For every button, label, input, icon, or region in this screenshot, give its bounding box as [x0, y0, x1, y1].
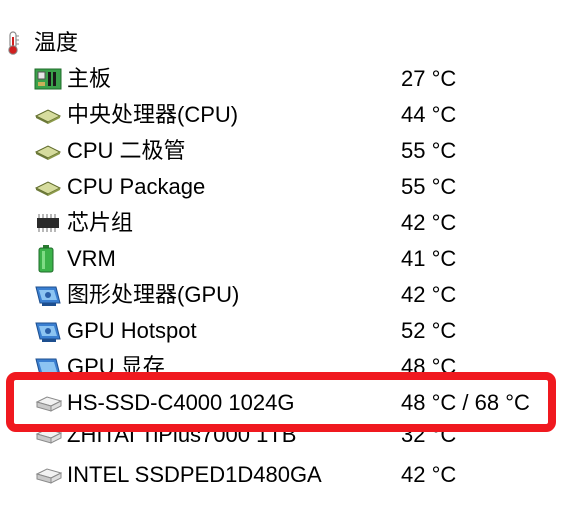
sensor-row-gpu-hotspot[interactable]: GPU Hotspot 52 °C — [0, 314, 573, 348]
gpu-card-icon — [34, 320, 62, 344]
chipset-icon — [34, 212, 62, 234]
sensor-label: GPU Hotspot — [67, 318, 197, 343]
sensor-value: 42 °C — [401, 462, 457, 487]
section-header-temperature[interactable]: 温度 — [0, 26, 573, 60]
highlight-frame — [6, 372, 556, 432]
motherboard-icon — [34, 68, 62, 90]
sensor-value: 44 °C — [401, 102, 457, 127]
sensor-label: 主板 — [67, 66, 112, 91]
sensor-row-motherboard[interactable]: 主板 27 °C — [0, 62, 573, 96]
drive-icon — [34, 432, 63, 446]
sensor-value: 41 °C — [401, 246, 457, 271]
sensor-row-cpu[interactable]: 中央处理器(CPU) 44 °C — [0, 98, 573, 132]
sensor-label: 中央处理器(CPU) — [67, 102, 239, 127]
sensor-value: 42 °C — [401, 282, 457, 307]
sensor-row-intel[interactable]: INTEL SSDPED1D480GA 42 °C — [0, 458, 573, 492]
gpu-card-icon — [34, 284, 62, 308]
thermometer-icon — [4, 30, 22, 56]
drive-icon — [34, 464, 63, 486]
battery-icon — [38, 245, 54, 273]
sensor-label: CPU Package — [67, 174, 206, 199]
sensor-value: 52 °C — [401, 318, 457, 343]
sensor-row-zhitai[interactable]: ZHITAI TiPlus7000 1TB 32 °C — [0, 432, 573, 450]
sensor-row-vrm[interactable]: VRM 41 °C — [0, 242, 573, 276]
sensor-label: INTEL SSDPED1D480GA — [67, 462, 322, 487]
sensor-value: 32 °C — [401, 432, 457, 447]
sensor-value: 55 °C — [401, 174, 457, 199]
sensor-label: VRM — [67, 246, 116, 271]
sensor-value: 55 °C — [401, 138, 457, 163]
sensor-row-gpu[interactable]: 图形处理器(GPU) 42 °C — [0, 278, 573, 312]
sensor-label: 芯片组 — [67, 210, 134, 235]
gpu-card-icon — [34, 356, 62, 372]
sensor-row-cpu-diode[interactable]: CPU 二极管 55 °C — [0, 134, 573, 168]
sensor-label: CPU 二极管 — [67, 138, 186, 163]
sensor-label: ZHITAI TiPlus7000 1TB — [67, 432, 297, 447]
sensor-label: GPU 显存 — [67, 354, 165, 372]
section-title: 温度 — [34, 30, 79, 55]
sensor-label: 图形处理器(GPU) — [67, 282, 240, 307]
sensor-value: 48 °C — [401, 354, 457, 372]
sensor-row-cpu-package[interactable]: CPU Package 55 °C — [0, 170, 573, 204]
sensor-row-chipset[interactable]: 芯片组 42 °C — [0, 206, 573, 240]
sensor-value: 27 °C — [401, 66, 457, 91]
sensor-row-gpu-memory[interactable]: GPU 显存 48 °C — [0, 350, 573, 372]
cpu-chip-icon — [34, 140, 62, 162]
cpu-chip-icon — [34, 176, 62, 198]
sensor-value: 42 °C — [401, 210, 457, 235]
cpu-chip-icon — [34, 104, 62, 126]
